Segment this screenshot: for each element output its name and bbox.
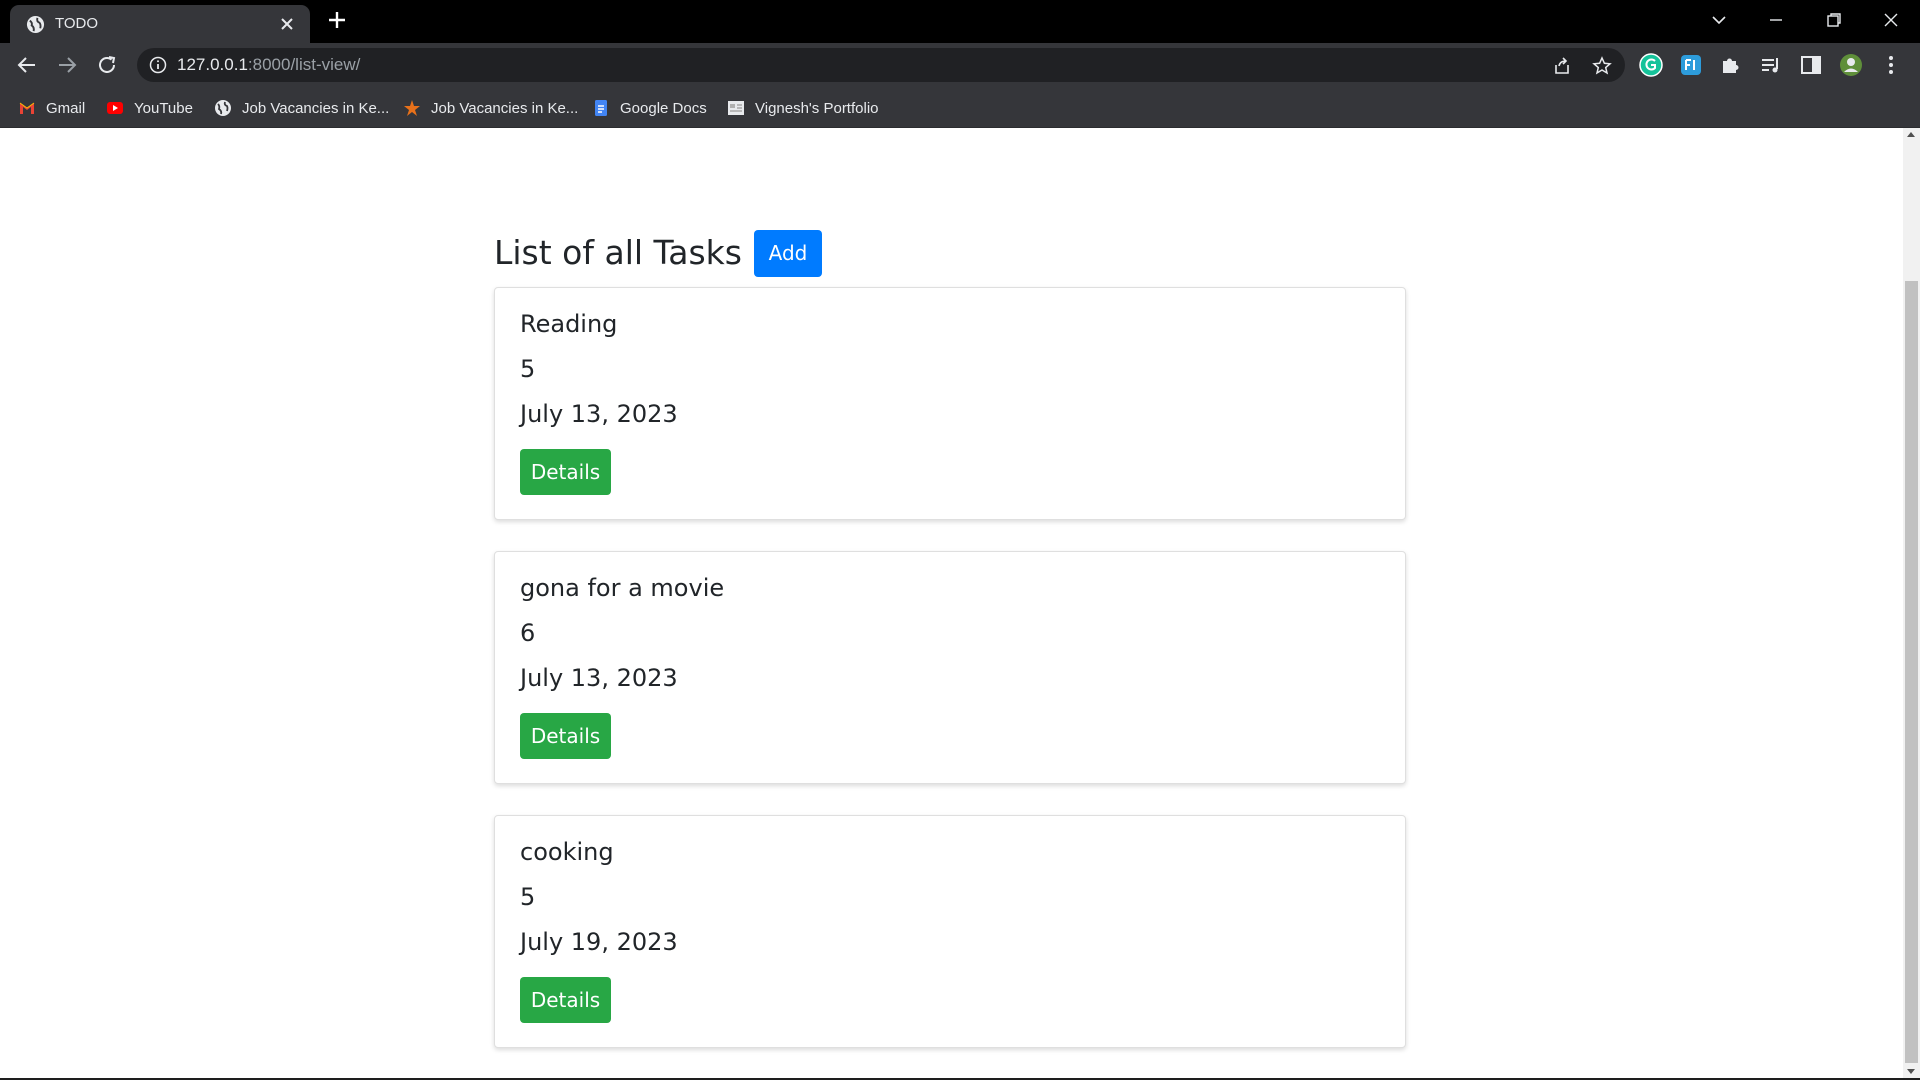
add-button[interactable]: Add — [754, 230, 822, 277]
new-tab-plus-icon[interactable] — [326, 9, 348, 31]
address-bar[interactable]: 127.0.0.1:8000/list-view/ — [137, 48, 1625, 82]
close-icon[interactable] — [278, 15, 296, 33]
details-button[interactable]: Details — [520, 713, 611, 759]
task-card: gona for a movie 6 July 13, 2023 Details — [494, 551, 1406, 784]
bookmark-label: Job Vacancies in Ke... — [431, 99, 579, 117]
bookmark-gmail[interactable]: Gmail — [18, 97, 85, 119]
bookmark-youtube[interactable]: YouTube — [106, 97, 193, 119]
extension-fi-icon[interactable] — [1679, 53, 1703, 77]
bookmark-label: Gmail — [46, 99, 86, 117]
vertical-scrollbar[interactable] — [1903, 128, 1920, 1078]
gmail-icon — [19, 102, 35, 114]
bookmark-label: YouTube — [134, 99, 193, 117]
details-button[interactable]: Details — [520, 977, 611, 1023]
browser-tab[interactable]: TODO — [10, 5, 310, 43]
task-name: Reading — [520, 310, 618, 338]
bookmark-job-vacancies-1[interactable]: Job Vacancies in Ke... — [214, 97, 389, 119]
url-host: 127.0.0.1 — [177, 55, 248, 74]
task-card: Reading 5 July 13, 2023 Details — [494, 287, 1406, 520]
globe-icon — [215, 100, 231, 116]
puzzle-icon[interactable] — [1719, 53, 1743, 77]
bookmark-google-docs[interactable]: Google Docs — [592, 97, 707, 119]
page-title: List of all Tasks — [494, 233, 742, 272]
profile-avatar-icon[interactable] — [1839, 53, 1863, 77]
youtube-icon — [107, 102, 123, 114]
page-viewport: List of all Tasks Add Reading 5 July 13,… — [0, 128, 1920, 1078]
url-path: :8000/list-view/ — [247, 55, 361, 74]
globe-icon — [26, 15, 45, 34]
chevron-down-icon[interactable] — [1707, 8, 1731, 32]
bookmarks-bar: Gmail YouTube Job Vacancies in Ke... Job… — [0, 87, 1920, 128]
task-name: cooking — [520, 838, 614, 866]
forward-arrow-icon[interactable] — [55, 53, 79, 77]
scroll-down-arrow-icon[interactable] — [1907, 1069, 1915, 1074]
tab-strip: TODO — [0, 0, 1920, 43]
more-vert-icon[interactable] — [1879, 53, 1903, 77]
task-date: July 19, 2023 — [520, 928, 678, 956]
task-number: 6 — [520, 619, 536, 647]
minimize-icon[interactable] — [1764, 8, 1788, 32]
site-info-icon[interactable] — [149, 56, 167, 74]
url-text: 127.0.0.1:8000/list-view/ — [177, 55, 360, 75]
docs-icon — [595, 100, 607, 116]
task-number: 5 — [520, 355, 536, 383]
side-panel-icon[interactable] — [1799, 53, 1823, 77]
bookmark-job-vacancies-2[interactable]: Job Vacancies in Ke... — [403, 97, 578, 119]
task-number: 5 — [520, 883, 536, 911]
reload-icon[interactable] — [95, 53, 119, 77]
bookmark-portfolio[interactable]: Vignesh's Portfolio — [727, 97, 879, 119]
back-arrow-icon[interactable] — [15, 53, 39, 77]
share-icon[interactable] — [1552, 56, 1572, 76]
star-icon[interactable] — [1592, 56, 1612, 76]
task-date: July 13, 2023 — [520, 400, 678, 428]
tab-title: TODO — [55, 15, 99, 32]
task-name: gona for a movie — [520, 574, 725, 602]
details-button[interactable]: Details — [520, 449, 611, 495]
scrollbar-thumb[interactable] — [1905, 281, 1918, 1063]
scroll-up-arrow-icon[interactable] — [1907, 132, 1915, 137]
close-window-icon[interactable] — [1879, 8, 1903, 32]
star-burst-icon — [404, 100, 420, 116]
portfolio-icon — [728, 101, 744, 115]
grammarly-icon[interactable] — [1639, 53, 1663, 77]
bookmark-label: Job Vacancies in Ke... — [242, 99, 390, 117]
media-queue-icon[interactable] — [1759, 53, 1783, 77]
bookmark-label: Google Docs — [620, 99, 707, 117]
bookmark-label: Vignesh's Portfolio — [755, 99, 879, 117]
browser-toolbar: 127.0.0.1:8000/list-view/ — [0, 43, 1920, 87]
task-date: July 13, 2023 — [520, 664, 678, 692]
restore-icon[interactable] — [1822, 8, 1846, 32]
task-card: cooking 5 July 19, 2023 Details — [494, 815, 1406, 1048]
heading-row: List of all Tasks Add — [494, 228, 1406, 278]
